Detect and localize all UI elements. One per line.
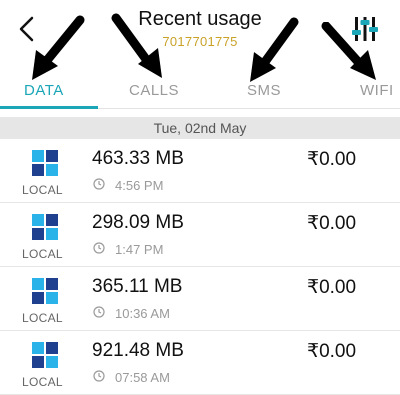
usage-cost: ₹0.00 [307,277,357,298]
usage-cost: ₹0.00 [307,149,357,170]
data-size: 298.09 MB [92,212,184,233]
usage-row[interactable]: LOCAL 365.11 MB 10:36 AM ₹0.00 [0,268,400,331]
clock-icon [93,370,105,382]
usage-time: 10:36 AM [115,306,170,321]
usage-row[interactable]: LOCAL 921.48 MB 07:58 AM ₹0.00 [0,332,400,395]
network-label: LOCAL [22,375,63,389]
date-header: Tue, 02nd May [0,117,400,139]
network-label: LOCAL [22,183,63,197]
tab-data[interactable]: DATA [24,82,64,99]
operator-logo-icon [32,278,62,306]
annotation-arrow-icon [321,22,376,80]
annotation-arrow-icon [111,13,162,78]
operator-logo-icon [32,150,62,178]
tab-calls[interactable]: CALLS [129,82,179,99]
annotation-arrow-icon [32,15,85,80]
clock-icon [93,178,105,190]
usage-time: 1:47 PM [115,242,164,257]
usage-cost: ₹0.00 [307,341,357,362]
active-tab-indicator [0,106,98,109]
usage-time: 4:56 PM [115,178,164,193]
data-size: 365.11 MB [92,276,183,297]
data-size: 921.48 MB [92,340,184,361]
network-label: LOCAL [22,311,63,325]
operator-logo-icon [32,342,62,370]
usage-row[interactable]: LOCAL 298.09 MB 1:47 PM ₹0.00 [0,204,400,267]
network-label: LOCAL [22,247,63,261]
usage-time: 07:58 AM [115,370,170,385]
clock-icon [93,242,105,254]
clock-icon [93,306,105,318]
usage-cost: ₹0.00 [307,213,357,234]
annotation-arrow-icon [250,17,299,82]
data-size: 463.33 MB [92,148,184,169]
usage-row[interactable]: LOCAL 463.33 MB 4:56 PM ₹0.00 [0,140,400,203]
operator-logo-icon [32,214,62,242]
